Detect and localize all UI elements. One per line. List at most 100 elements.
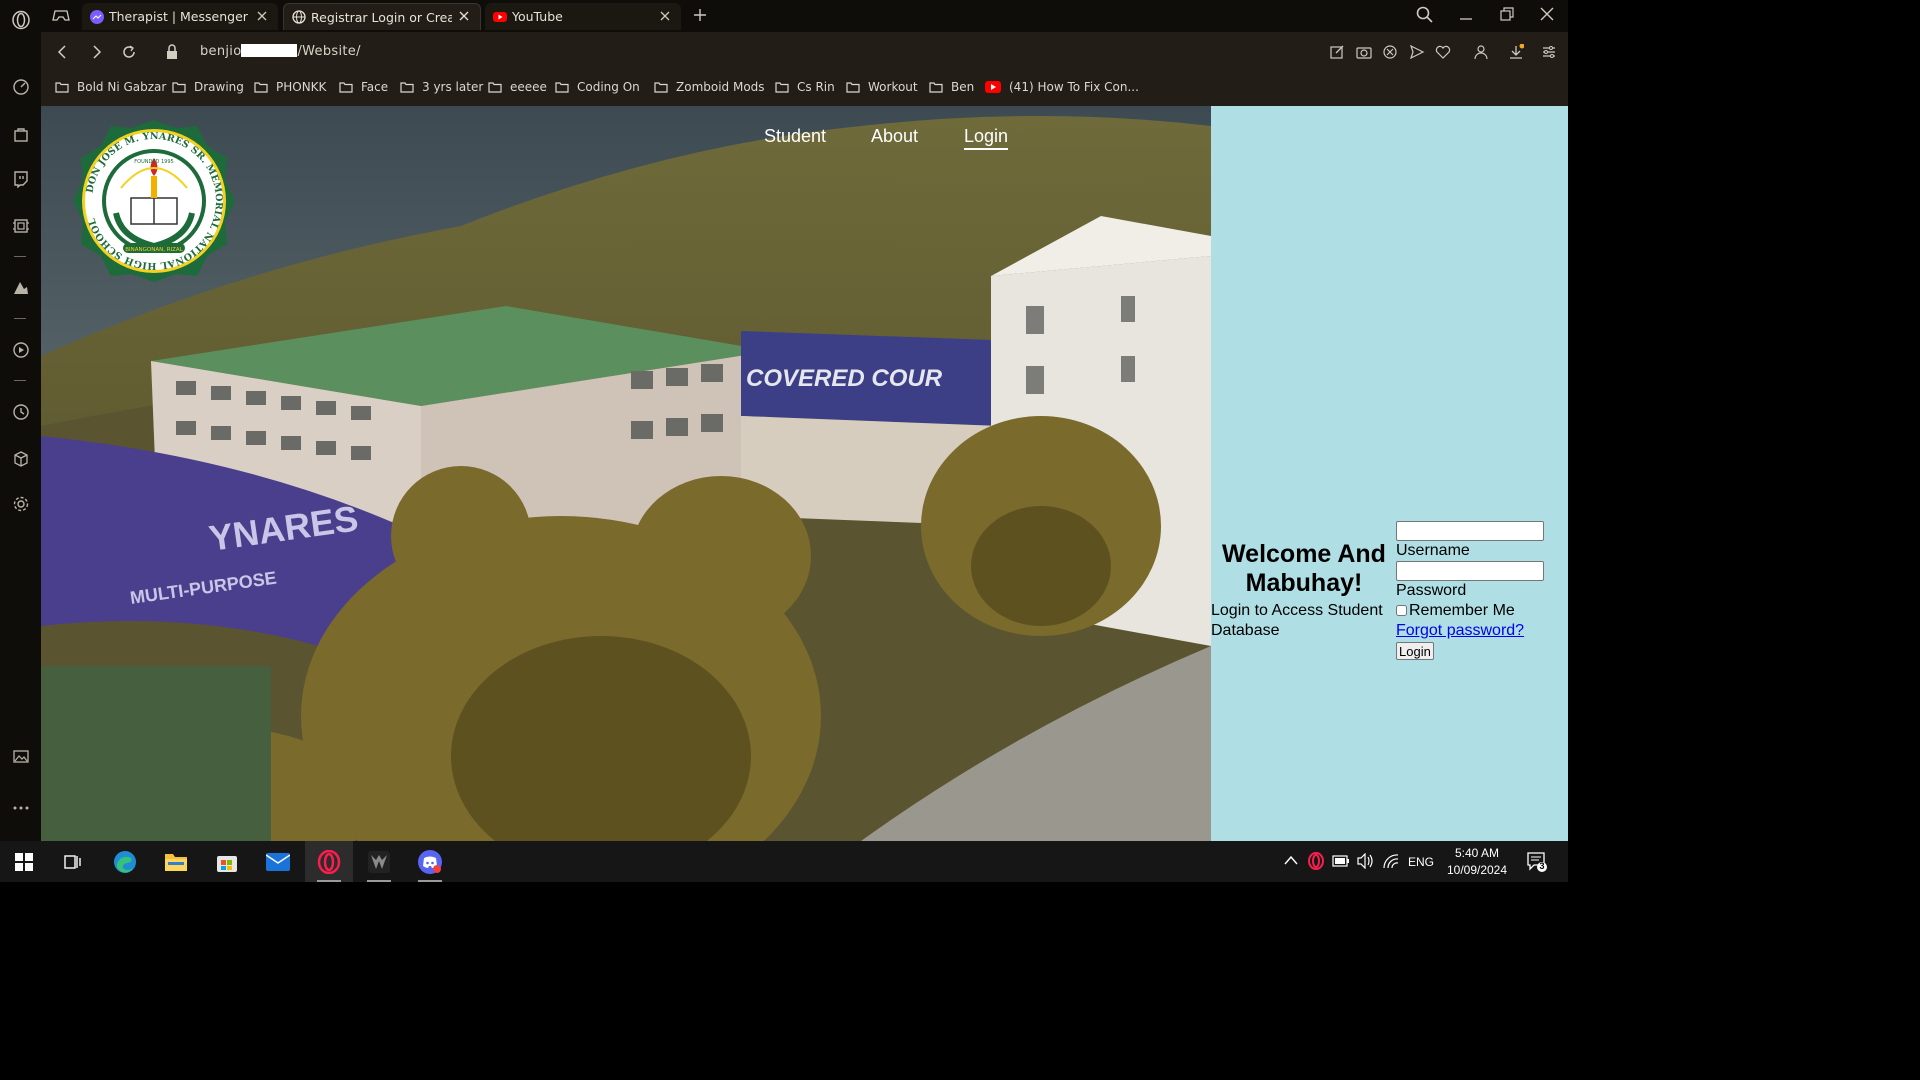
youtube-icon (985, 81, 1001, 93)
shopping-bag-icon[interactable] (10, 123, 31, 144)
tab-search-icon[interactable] (1416, 6, 1433, 27)
covered-court-sign: COVERED COUR (746, 365, 943, 392)
bookmark-item[interactable]: Bold Ni Gabzar (55, 80, 166, 94)
tab-registrar-login[interactable]: Registrar Login or Create A (283, 3, 481, 30)
bookmark-item[interactable]: Ben (929, 80, 974, 94)
bookmark-item[interactable]: Workout (846, 80, 918, 94)
windows-start-icon[interactable] (0, 841, 48, 882)
file-explorer-icon[interactable] (152, 841, 200, 882)
nav-about[interactable]: About (871, 126, 918, 147)
bookmark-item[interactable]: PHONKK (254, 80, 326, 94)
aria-ai-icon[interactable] (10, 277, 31, 298)
bookmark-item[interactable]: Zomboid Mods (654, 80, 765, 94)
gx-controller-icon[interactable] (52, 8, 70, 27)
tab-title: Therapist | Messenger (109, 9, 248, 24)
forgot-password-link[interactable]: Forgot password? (1396, 620, 1556, 641)
download-icon[interactable] (1508, 43, 1525, 60)
show-hidden-icons-icon[interactable] (1284, 854, 1298, 868)
url-text-end: /Website/ (297, 44, 361, 59)
bookmark-item[interactable]: 3 yrs later (400, 80, 483, 94)
bookmark-label: Drawing (194, 80, 244, 94)
language-indicator[interactable]: ENG (1408, 855, 1434, 869)
folder-icon (929, 82, 943, 93)
tab-youtube[interactable]: YouTube (485, 3, 681, 30)
opera-gx-taskbar-icon[interactable] (305, 841, 353, 882)
bookmark-label: (41) How To Fix Con... (1009, 80, 1139, 94)
bookmark-item[interactable]: (41) How To Fix Con... (985, 80, 1139, 94)
extensions-cube-icon[interactable] (10, 448, 31, 469)
mail-icon[interactable] (254, 841, 302, 882)
profile-icon[interactable] (1473, 44, 1489, 60)
close-tab-icon[interactable] (458, 10, 472, 24)
bookmark-item[interactable]: Face (339, 80, 388, 94)
bookmark-label: Ben (951, 80, 975, 94)
windows-taskbar: ENG 5:40 AM 10/09/2024 3 (0, 841, 1568, 882)
username-input[interactable] (1396, 521, 1544, 541)
folder-icon (846, 82, 860, 93)
hero-campus-photo: COVERED COUR YNARES MULTI-PURPOSE DON JO… (41, 106, 1211, 841)
globe-icon (292, 10, 306, 24)
system-clock[interactable]: 5:40 AM 10/09/2024 (1436, 845, 1518, 879)
close-tab-icon[interactable] (256, 10, 270, 24)
youtube-icon (493, 10, 507, 24)
history-icon[interactable] (10, 401, 31, 422)
tab-title: Registrar Login or Create A (311, 9, 452, 25)
bookmark-item[interactable]: Drawing (172, 80, 244, 94)
remember-me-row[interactable]: Remember Me (1396, 601, 1556, 620)
password-input[interactable] (1396, 561, 1544, 581)
battery-icon[interactable] (1332, 855, 1350, 870)
snapshot-camera-icon[interactable] (1356, 44, 1372, 60)
speed-dial-icon[interactable] (10, 76, 31, 97)
twitch-icon[interactable] (10, 168, 31, 189)
login-submit-button[interactable]: Login (1396, 642, 1434, 660)
url-text-start: benjio (200, 44, 242, 59)
wallpaper-icon[interactable] (10, 745, 31, 766)
network-icon[interactable] (1382, 853, 1400, 872)
heart-icon[interactable] (1435, 44, 1451, 60)
volume-icon[interactable] (1356, 852, 1374, 872)
easy-setup-icon[interactable] (1541, 44, 1557, 60)
settings-gear-icon[interactable] (10, 493, 31, 514)
close-tab-icon[interactable] (659, 10, 673, 24)
edge-icon[interactable] (101, 841, 149, 882)
tab-messenger[interactable]: Therapist | Messenger (82, 3, 278, 30)
welcome-heading: Welcome And Mabuhay! (1222, 540, 1386, 597)
nav-student[interactable]: Student (764, 126, 826, 147)
lock-icon[interactable] (165, 44, 183, 62)
school-seal-logo[interactable]: DON JOSE M. YNARES SR. MEMORIAL NATIONAL… (71, 118, 237, 288)
restore-icon[interactable] (1500, 6, 1514, 25)
new-tab-icon[interactable] (693, 7, 707, 26)
more-options-icon[interactable] (10, 796, 31, 817)
notification-center-icon[interactable]: 3 (1526, 851, 1548, 876)
folder-icon (654, 82, 668, 93)
gx-control-icon[interactable] (10, 215, 31, 236)
remember-me-checkbox[interactable] (1396, 605, 1407, 616)
forward-icon[interactable] (87, 43, 105, 61)
back-icon[interactable] (54, 43, 72, 61)
url-field[interactable]: benjio/Website/ (200, 44, 361, 59)
game-launcher-icon[interactable] (355, 841, 403, 882)
minimize-icon[interactable] (1459, 6, 1473, 25)
bookmark-label: Workout (868, 80, 918, 94)
bookmark-label: Cs Rin (797, 80, 835, 94)
microsoft-store-icon[interactable] (203, 841, 251, 882)
edit-page-icon[interactable] (1329, 44, 1345, 60)
task-view-icon[interactable] (49, 841, 97, 882)
nav-login[interactable]: Login (964, 126, 1009, 150)
opera-tray-icon[interactable] (1308, 852, 1324, 873)
reload-icon[interactable] (120, 43, 138, 61)
player-icon[interactable] (10, 339, 31, 360)
close-window-icon[interactable] (1540, 6, 1554, 25)
folder-icon (488, 82, 502, 93)
bookmark-item[interactable]: Cs Rin (775, 80, 835, 94)
send-icon[interactable] (1409, 44, 1425, 60)
welcome-subtext: Login to Access Student Database (1211, 602, 1383, 639)
password-label: Password (1396, 582, 1467, 599)
bookmark-item[interactable]: Coding On (555, 80, 640, 94)
discord-icon[interactable] (406, 841, 454, 882)
bookmark-item[interactable]: eeeee (488, 80, 547, 94)
folder-icon (254, 82, 268, 93)
adblock-icon[interactable] (1382, 44, 1398, 60)
seal-place-text: BINANGONAN, RIZAL (125, 247, 183, 253)
opera-menu-icon[interactable] (10, 9, 31, 30)
